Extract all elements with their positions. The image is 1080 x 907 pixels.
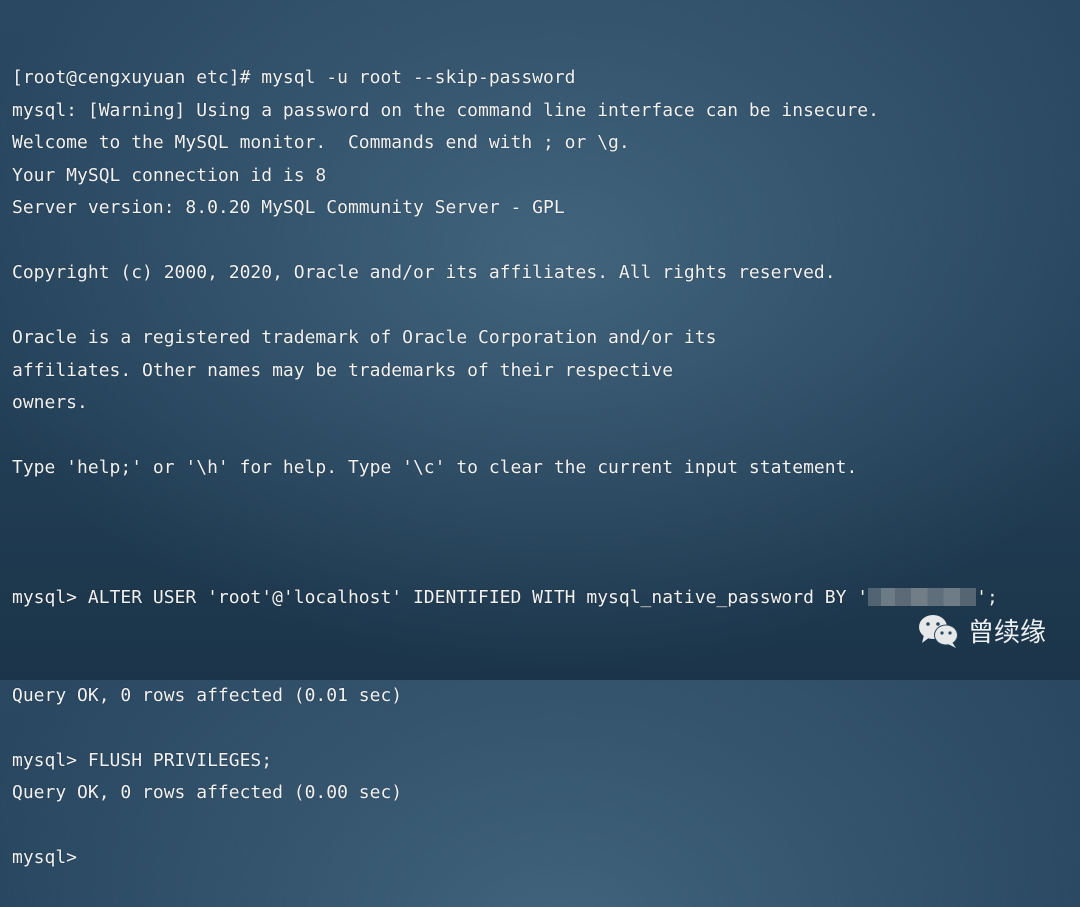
wechat-icon (919, 614, 958, 648)
terminal-line: Query OK, 0 rows affected (0.00 sec) (12, 782, 403, 803)
terminal-line: mysql> FLUSH PRIVILEGES; (12, 749, 273, 771)
terminal-line: mysql> (12, 847, 88, 868)
redacted-password (868, 588, 977, 606)
terminal-line: Query OK, 0 rows affected (0.01 sec) (12, 684, 403, 706)
terminal-line: Welcome to the MySQL monitor. Commands e… (12, 132, 630, 153)
terminal-line: Your MySQL connection id is 8 (12, 164, 327, 186)
terminal-line: Copyright (c) 2000, 2020, Oracle and/or … (12, 262, 836, 283)
watermark: 曾续缘 (918, 612, 1046, 649)
terminal-output[interactable]: [root@cengxuyuan etc]# mysql -u root --s… (12, 0, 998, 907)
terminal-line: owners. (12, 392, 88, 413)
terminal-line: Type 'help;' or '\h' for help. Type '\c'… (12, 457, 858, 478)
terminal-line: Oracle is a registered trademark of Orac… (12, 327, 717, 348)
terminal-line: mysql: [Warning] Using a password on the… (12, 99, 879, 121)
terminal-line: [root@cengxuyuan etc]# mysql -u root --s… (12, 67, 576, 88)
terminal-line: affiliates. Other names may be trademark… (12, 359, 674, 381)
alter-user-command: mysql> ALTER USER 'root'@'localhost' IDE… (12, 587, 998, 608)
terminal-line: Server version: 8.0.20 MySQL Community S… (12, 197, 565, 218)
